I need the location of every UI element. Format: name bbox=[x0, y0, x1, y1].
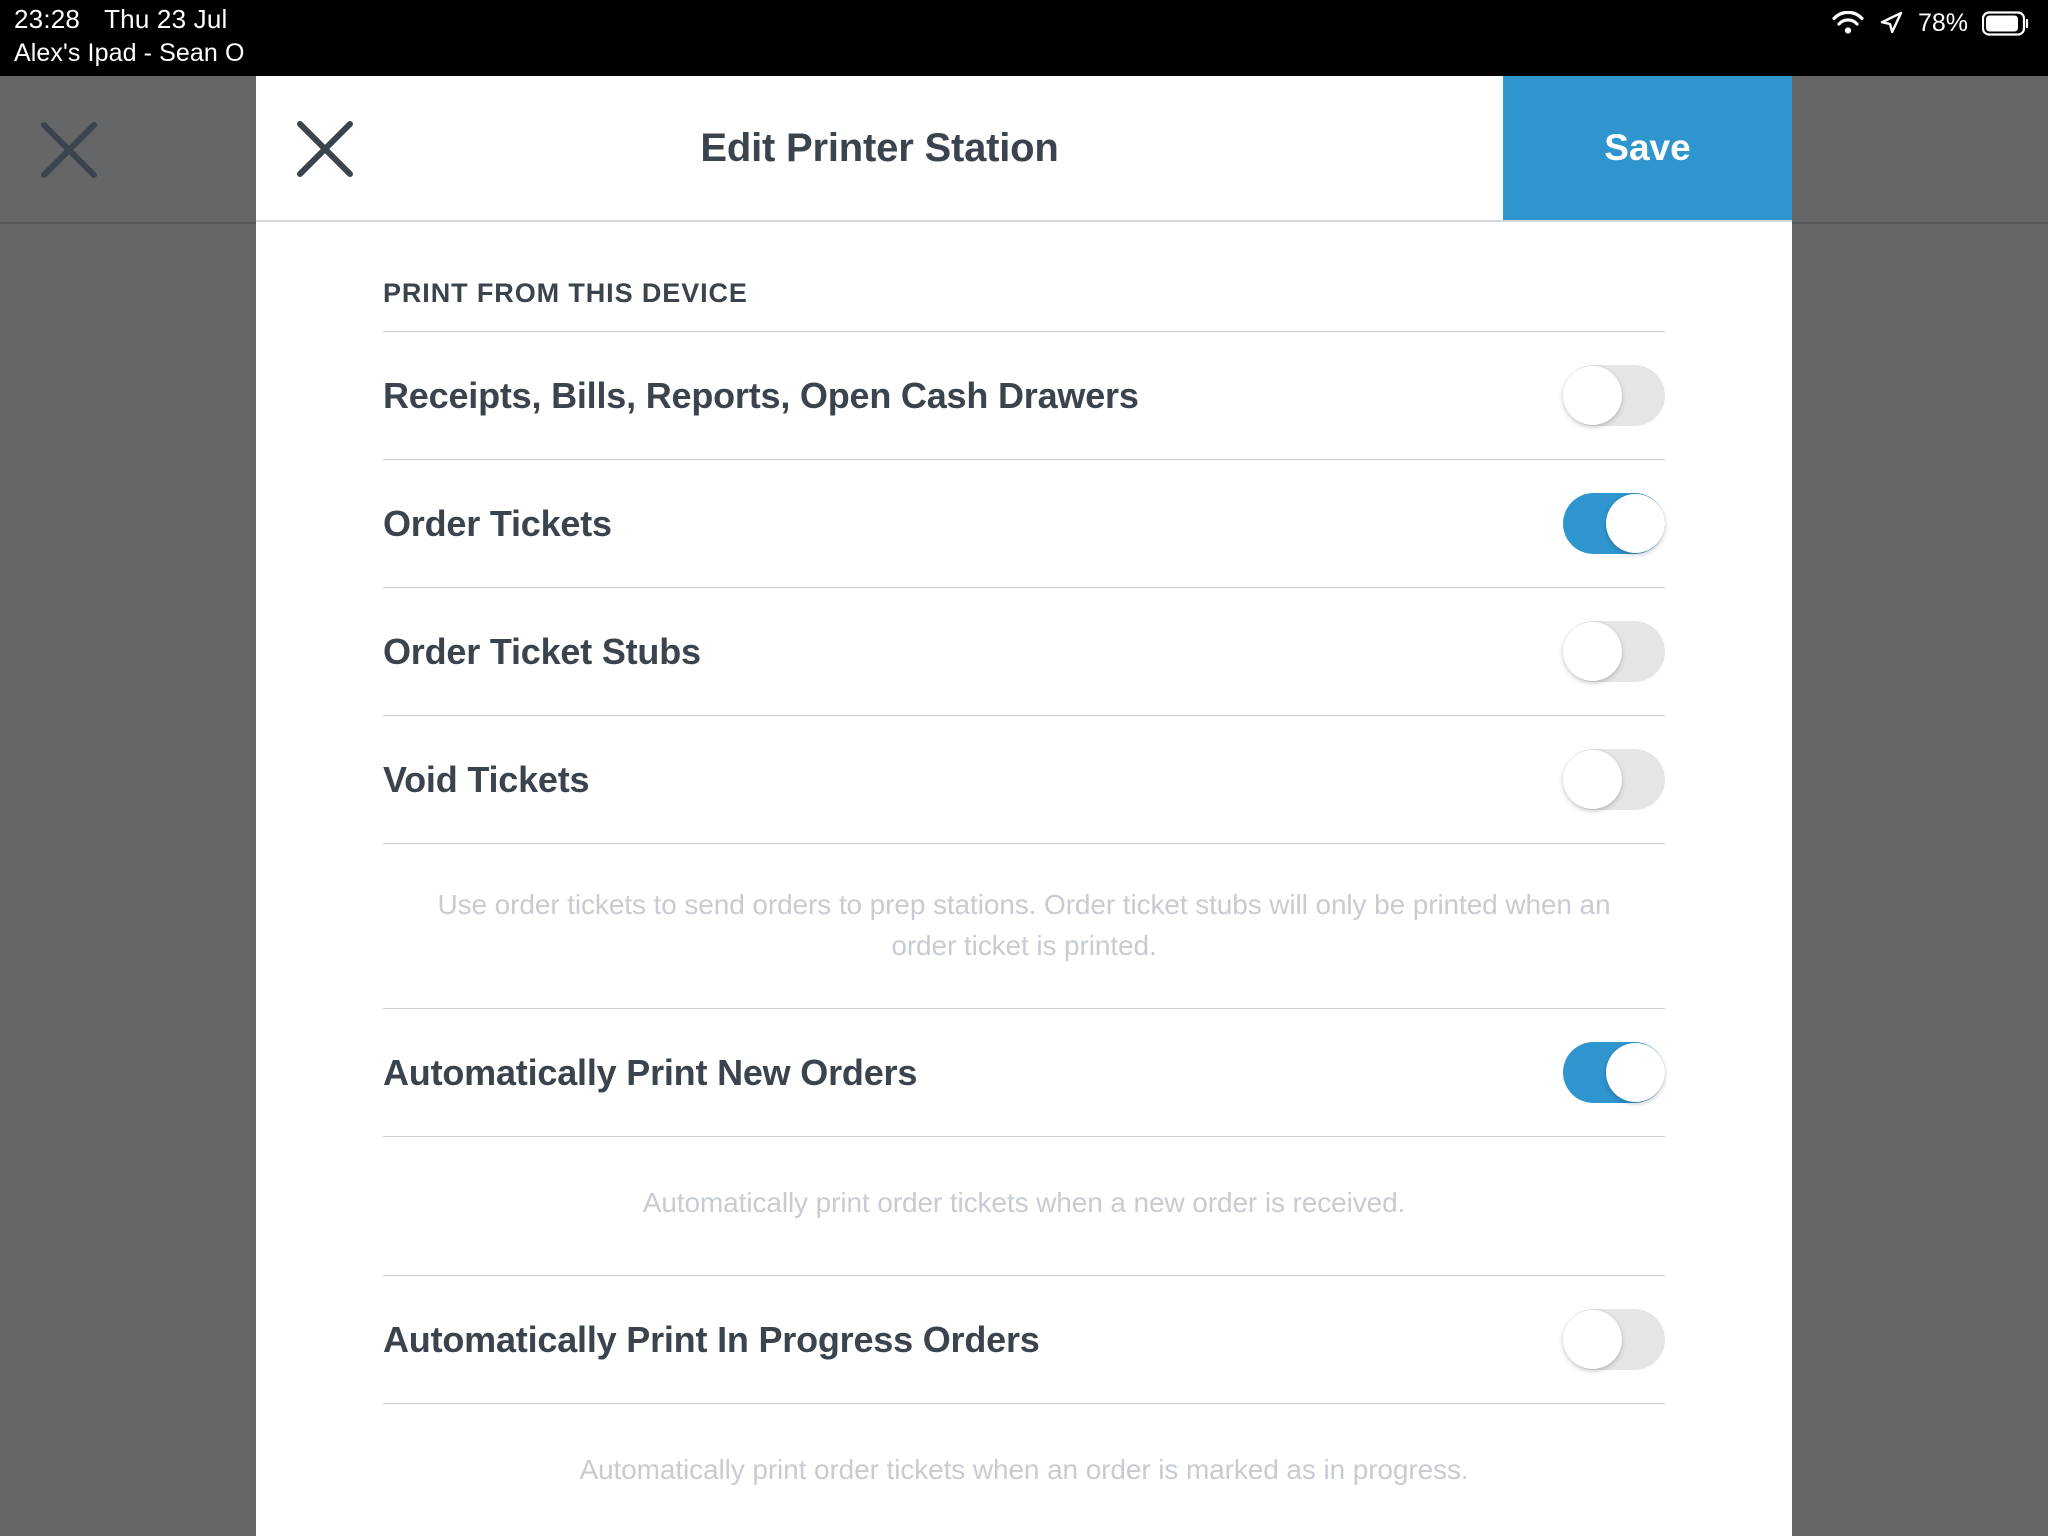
status-date: Thu 23 Jul bbox=[104, 4, 228, 34]
toggle-knob bbox=[1563, 1310, 1622, 1369]
help-text-order-tickets: Use order tickets to send orders to prep… bbox=[437, 889, 1611, 961]
wifi-icon bbox=[1832, 11, 1864, 35]
status-bar-right: 78% bbox=[1832, 8, 2030, 38]
toggle-knob bbox=[1606, 1043, 1665, 1102]
setting-label-order-tickets: Order Tickets bbox=[383, 502, 612, 544]
toggle-knob bbox=[1563, 622, 1622, 681]
setting-label-void-tickets: Void Tickets bbox=[383, 758, 590, 800]
status-bar-left: 23:28 Thu 23 Jul Alex's Ipad - Sean O bbox=[14, 3, 245, 69]
toggle-void-tickets[interactable] bbox=[1563, 749, 1665, 810]
section-header-print-from-device: PRINT FROM THIS DEVICE bbox=[383, 278, 748, 308]
help-text-auto-print-in-progress-orders: Automatically print order tickets when a… bbox=[579, 1454, 1469, 1485]
toggle-auto-print-new-orders[interactable] bbox=[1563, 1042, 1665, 1103]
location-arrow-icon bbox=[1878, 10, 1904, 36]
setting-label-auto-print-new-orders: Automatically Print New Orders bbox=[383, 1051, 918, 1093]
toggle-knob bbox=[1563, 750, 1622, 809]
setting-label-receipts: Receipts, Bills, Reports, Open Cash Draw… bbox=[383, 374, 1139, 416]
screen-root: 23:28 Thu 23 Jul Alex's Ipad - Sean O 78… bbox=[0, 0, 2048, 1536]
settings-content: PRINT FROM THIS DEVICE Receipts, Bills, … bbox=[256, 222, 1792, 1536]
toggle-order-ticket-stubs[interactable] bbox=[1563, 621, 1665, 682]
page-title: Edit Printer Station bbox=[700, 125, 1059, 170]
edit-printer-station-modal: Edit Printer Station Save PRINT FROM THI… bbox=[256, 76, 1792, 1536]
battery-icon bbox=[1982, 10, 2030, 36]
setting-label-order-ticket-stubs: Order Ticket Stubs bbox=[383, 630, 701, 672]
status-time: 23:28 bbox=[14, 4, 81, 34]
setting-row-order-ticket-stubs[interactable]: Order Ticket Stubs bbox=[383, 588, 1665, 715]
battery-percent-label: 78% bbox=[1917, 9, 1968, 37]
setting-row-order-tickets[interactable]: Order Tickets bbox=[383, 460, 1665, 587]
setting-row-auto-print-new-orders[interactable]: Automatically Print New Orders bbox=[383, 1009, 1665, 1136]
toggle-auto-print-in-progress-orders[interactable] bbox=[1563, 1309, 1665, 1370]
status-device-name: Alex's Ipad - Sean O bbox=[14, 39, 245, 67]
status-bar-datetime: 23:28 Thu 23 Jul bbox=[14, 3, 245, 35]
backdrop-close-icon[interactable] bbox=[40, 121, 98, 179]
toggle-receipts[interactable] bbox=[1563, 365, 1665, 426]
status-bar: 23:28 Thu 23 Jul Alex's Ipad - Sean O 78… bbox=[0, 0, 2048, 76]
help-text-auto-print-new-orders: Automatically print order tickets when a… bbox=[642, 1187, 1406, 1218]
toggle-knob bbox=[1606, 494, 1665, 553]
setting-label-auto-print-in-progress-orders: Automatically Print In Progress Orders bbox=[383, 1318, 1040, 1360]
toggle-order-tickets[interactable] bbox=[1563, 493, 1665, 554]
setting-row-auto-print-in-progress-orders[interactable]: Automatically Print In Progress Orders bbox=[383, 1276, 1665, 1403]
modal-header: Edit Printer Station Save bbox=[256, 76, 1792, 222]
setting-row-void-tickets[interactable]: Void Tickets bbox=[383, 716, 1665, 843]
setting-row-receipts[interactable]: Receipts, Bills, Reports, Open Cash Draw… bbox=[383, 332, 1665, 459]
toggle-knob bbox=[1563, 366, 1622, 425]
save-button[interactable]: Save bbox=[1503, 76, 1792, 220]
